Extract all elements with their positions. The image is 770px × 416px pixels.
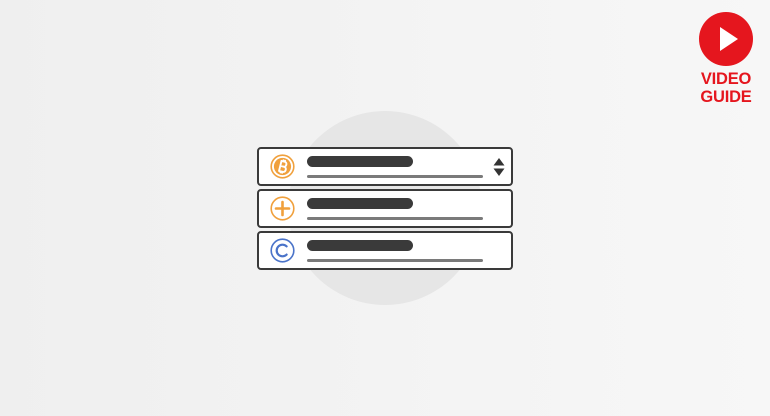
item-subtitle-placeholder [307, 175, 483, 178]
badge-label-video: VIDEO [700, 70, 752, 88]
bitcoin-icon [270, 154, 295, 179]
item-title-placeholder [307, 156, 413, 167]
badge-label-guide: GUIDE [700, 88, 752, 106]
list-item-plus-coin[interactable] [257, 189, 513, 228]
list-item-c-coin[interactable] [257, 231, 513, 270]
list-item-bitcoin[interactable] [257, 147, 513, 186]
item-subtitle-placeholder [307, 217, 483, 220]
video-guide-badge[interactable]: VIDEO GUIDE [696, 12, 756, 106]
sort-arrows-icon[interactable] [493, 157, 505, 177]
item-title-placeholder [307, 240, 413, 251]
coin-list [257, 147, 513, 273]
item-subtitle-placeholder [307, 259, 483, 262]
item-title-placeholder [307, 198, 413, 209]
plus-coin-icon [270, 196, 295, 221]
c-coin-icon [270, 238, 295, 263]
play-icon[interactable] [699, 12, 753, 66]
